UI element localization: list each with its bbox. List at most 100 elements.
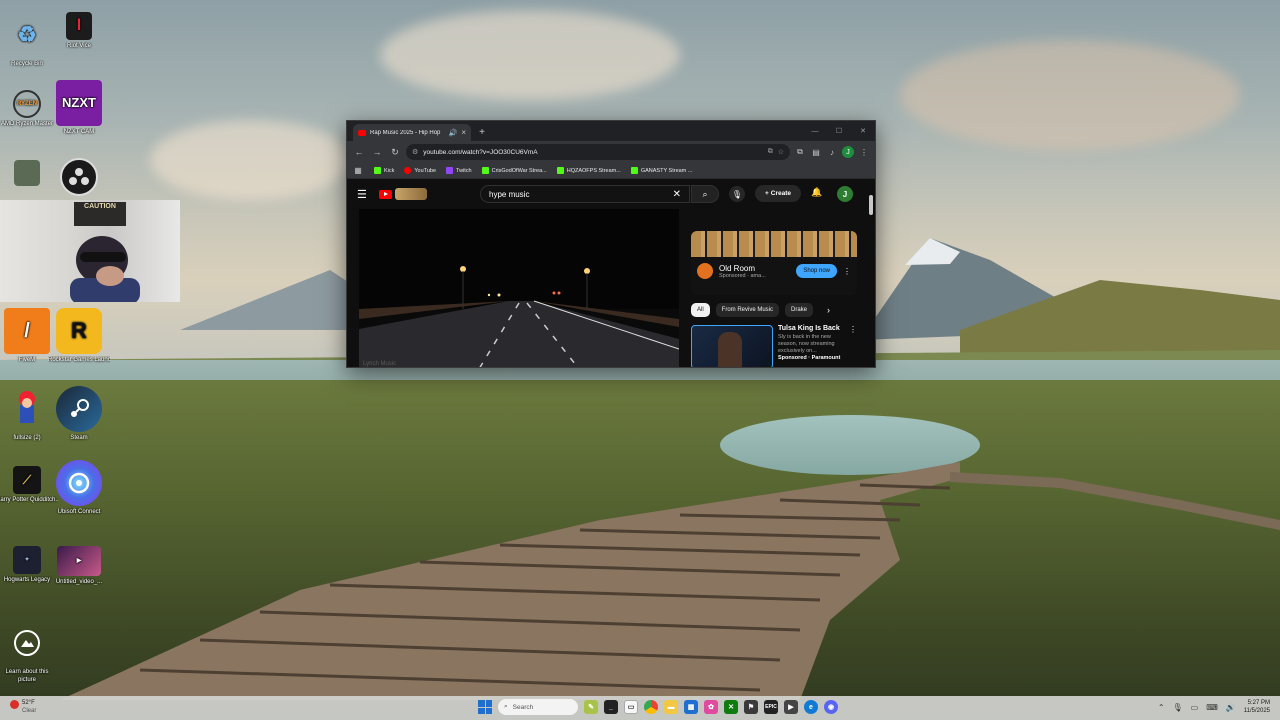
maximize-icon[interactable]: ☐ [827,121,851,141]
bookmark-kick[interactable]: Kick [374,167,394,174]
youtube-search-input[interactable]: hype music ✕ [480,185,690,203]
ryzen-icon: RYZEN [13,90,41,118]
discord-icon[interactable]: ◉ [824,700,838,714]
profile-avatar[interactable]: J [842,146,854,158]
hamburger-menu-icon[interactable]: ☰ [357,188,373,201]
chip-all[interactable]: All [691,303,710,317]
store-icon[interactable]: ▦ [684,700,698,714]
task-view-icon[interactable]: ▭ [624,700,638,714]
video-player[interactable]: Lynch Music [359,209,679,367]
ad-more-options-icon[interactable]: ⋮ [843,267,851,276]
youtube-logo[interactable] [379,188,427,200]
media-player-icon[interactable]: ▶ [784,700,798,714]
search-button[interactable]: ⌕ [691,185,719,203]
close-tab-icon[interactable]: × [461,128,466,137]
bookmark-hqzaofps[interactable]: HQZAOFPS Stream... [556,167,621,174]
clear-search-icon[interactable]: ✕ [673,189,681,200]
menu-kebab-icon[interactable]: ⋮ [858,145,870,159]
kick-icon [556,167,564,174]
sponsored-ad-card[interactable]: Old Room Sponsored · ama... Shop now ⋮ [691,231,857,295]
desktop-icon-label: Recycle Bin [11,61,43,67]
bookmark-star-icon[interactable]: ☆ [778,148,784,156]
search-placeholder: Search [512,703,534,711]
video-thumbnail[interactable] [691,325,773,367]
chevron-right-icon[interactable]: › [827,305,830,315]
desktop-icon-nzxt-cam[interactable]: NZXT NZXT CAM [48,80,110,136]
media-control-icon[interactable]: ♪ [826,145,838,159]
bookmark-ganasty[interactable]: GANASTY Stream ... [630,167,692,174]
monitor-icon[interactable]: ▭ [1191,703,1199,712]
desktop-icon-steam[interactable]: Steam [48,386,110,442]
steam-icon [56,386,102,432]
desktop-icon-rockstar[interactable]: R Rockstar Games Launcher [48,308,110,364]
edge-icon[interactable]: e [804,700,818,714]
epic-games-icon[interactable]: EPIC [764,700,778,714]
hogwarts-icon: ✦ [13,546,41,574]
desktop-icon-untitled-video[interactable]: ▶ Untitled_video_... [48,546,110,586]
forward-icon[interactable]: → [370,145,384,159]
extensions-icon[interactable]: ⧉ [794,145,806,159]
bookmark-twitch[interactable]: Twitch [446,167,472,174]
recommended-video[interactable]: Tulsa King Is Back Sly is back in the ne… [691,325,857,367]
close-window-icon[interactable]: ✕ [851,121,875,141]
apps-grid-icon[interactable]: ▦ [352,164,364,178]
network-icon[interactable]: ⌨ [1206,703,1218,712]
tab-youtube[interactable]: Rap Music 2025 - Hip Hop 🔊 × [353,124,471,141]
minimize-icon[interactable]: — [803,121,827,141]
photos-icon[interactable]: ✿ [704,700,718,714]
terminal-icon[interactable]: _ [604,700,618,714]
advertiser-logo [697,263,713,279]
side-panel-icon[interactable]: ▤ [810,145,822,159]
bookmark-youtube[interactable]: YouTube [404,167,436,174]
video-file-icon: ▶ [57,546,101,576]
create-button[interactable]: + Create [755,185,801,202]
desktop-icon-ubisoft-connect[interactable]: Ubisoft Connect [48,460,110,516]
system-tray: ⌃ 🎙 ▭ ⌨ 🔊 5:27 PM 11/5/2025 [1158,699,1270,715]
address-bar[interactable]: ⚙ youtube.com/watch?v=JOO30CU6VmA ⧉ ☆ [406,144,790,160]
chevron-up-icon[interactable]: ⌃ [1158,703,1165,712]
desktop-icon-riot-vice[interactable]: l Riot Vice [48,12,110,50]
weather-icon [10,700,19,709]
chip-from-revive-music[interactable]: From Revive Music [715,303,780,317]
notifications-bell-icon[interactable]: 🔔 [811,187,822,198]
clock[interactable]: 5:27 PM 11/5/2025 [1244,699,1270,715]
desktop-icon-label: Learn about this picture [5,669,49,683]
riot-icon[interactable]: ⚑ [744,700,758,714]
weather-widget[interactable]: 52°F Clear [10,699,36,715]
url-text: youtube.com/watch?v=JOO30CU6VmA [423,148,538,156]
chrome-window[interactable]: Rap Music 2025 - Hip Hop 🔊 × + — ☐ ✕ ← →… [346,120,876,368]
video-more-options-icon[interactable]: ⋮ [849,325,857,367]
youtube-avatar[interactable]: J [837,186,853,202]
shop-now-button[interactable]: Shop now [796,264,837,278]
weather-temp: 52°F [22,700,35,706]
chip-drake[interactable]: Drake [785,303,814,317]
back-icon[interactable]: ← [352,145,366,159]
youtube-masthead: ☰ hype music ✕ ⌕ 🎙 + Create 🔔 J [347,179,875,209]
desktop-icon-learn-about-picture[interactable]: Learn about this picture [0,620,58,684]
new-tab-button[interactable]: + [475,124,489,141]
nzxt-icon: NZXT [56,80,102,126]
microphone-icon[interactable]: 🎙 [1173,703,1183,712]
speaker-icon[interactable]: 🔊 [449,129,458,137]
desktop-icon-label: Untitled_video_... [55,579,103,585]
taskbar-search[interactable]: ⌕ Search [498,699,578,715]
chrome-icon[interactable] [644,700,658,714]
ubisoft-icon [56,460,102,506]
bookmark-crisgodofwar[interactable]: CrisGodOfWar Strea... [481,167,547,174]
rockstar-icon: R [56,308,102,354]
site-info-icon[interactable]: ⚙ [412,148,418,156]
xbox-icon[interactable]: ✕ [724,700,738,714]
start-button-icon[interactable] [478,700,492,714]
file-explorer-icon[interactable]: ▬ [664,700,678,714]
page-scrollbar[interactable] [869,195,873,215]
install-icon[interactable]: ⧉ [768,148,773,156]
voice-search-icon[interactable]: 🎙 [729,186,745,202]
ad-sponsored-label: Sponsored · ama... [719,272,766,279]
volume-icon[interactable]: 🔊 [1226,703,1236,712]
desktop-icon-obs[interactable] [48,158,110,198]
reload-icon[interactable]: ↻ [388,145,402,159]
tab-title: Rap Music 2025 - Hip Hop [370,129,441,136]
quidditch-icon: ⟋ [13,466,41,494]
video-title[interactable]: Tulsa King Is Back [778,325,844,332]
widget-app-icon[interactable]: ✎ [584,700,598,714]
